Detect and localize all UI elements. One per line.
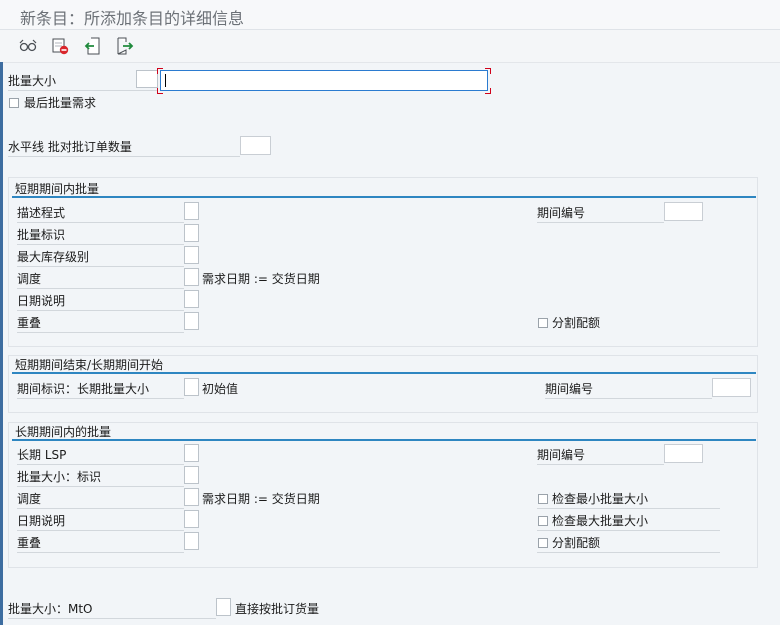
group-divider bbox=[12, 372, 756, 374]
lot-size-ind-field[interactable] bbox=[184, 466, 199, 484]
descriptor-label: 描述程式 bbox=[17, 204, 184, 223]
check-min-label: 检查最小批量大小 bbox=[552, 492, 649, 506]
transition-period-no-label: 期间编号 bbox=[545, 380, 712, 399]
group-divider bbox=[12, 196, 756, 198]
period-no-field[interactable] bbox=[664, 202, 703, 221]
lt-overlap-field[interactable] bbox=[184, 532, 199, 550]
period-no-label: 期间编号 bbox=[537, 204, 664, 223]
lot-size-procedure-field[interactable] bbox=[136, 70, 158, 88]
lt-period-no-field[interactable] bbox=[664, 444, 703, 463]
split-quota-checkbox[interactable] bbox=[538, 318, 548, 328]
lot-indicator-field[interactable] bbox=[184, 224, 199, 242]
lt-date-spec-field[interactable] bbox=[184, 510, 199, 528]
split-quota-label: 分割配额 bbox=[552, 316, 601, 330]
lsp-field[interactable] bbox=[184, 444, 199, 462]
overlap-field[interactable] bbox=[184, 312, 199, 330]
last-lot-checkbox[interactable] bbox=[9, 98, 19, 108]
lsp-label: 长期 LSP bbox=[17, 446, 184, 465]
horizon-field[interactable] bbox=[240, 136, 271, 155]
initial-value-text: 初始值 bbox=[202, 382, 239, 396]
group-divider bbox=[12, 439, 756, 441]
last-lot-label: 最后批量需求 bbox=[24, 96, 97, 110]
lt-split-quota-label: 分割配额 bbox=[552, 536, 601, 550]
period-indicator-field[interactable] bbox=[184, 378, 199, 396]
mto-label: 批量大小：MtO bbox=[8, 600, 216, 619]
lt-date-spec-label: 日期说明 bbox=[17, 512, 184, 531]
focus-corner bbox=[485, 68, 491, 74]
long-term-group-title: 长期期间内的批量 bbox=[15, 425, 112, 439]
page-title: 新条目：所添加条目的详细信息 bbox=[20, 9, 245, 28]
previous-entry-icon[interactable] bbox=[83, 36, 103, 56]
focus-corner bbox=[157, 68, 163, 74]
lt-overlap-label: 重叠 bbox=[17, 534, 184, 553]
lot-size-input[interactable] bbox=[160, 70, 488, 91]
focus-corner bbox=[485, 88, 491, 94]
descriptor-field[interactable] bbox=[184, 202, 199, 220]
transition-period-no-field[interactable] bbox=[712, 378, 751, 397]
text-cursor bbox=[165, 74, 166, 87]
glasses-icon[interactable] bbox=[18, 36, 38, 56]
lt-scheduling-value: 需求日期 := 交货日期 bbox=[202, 492, 320, 506]
overlap-label: 重叠 bbox=[17, 314, 184, 333]
max-stock-label: 最大库存级别 bbox=[17, 248, 184, 267]
check-min-checkbox[interactable] bbox=[538, 494, 548, 504]
delete-icon[interactable] bbox=[50, 36, 70, 56]
lt-split-quota-checkbox[interactable] bbox=[538, 538, 548, 548]
short-term-group-title: 短期期间内批量 bbox=[15, 182, 100, 196]
date-spec-label: 日期说明 bbox=[17, 292, 184, 311]
mto-field[interactable] bbox=[216, 598, 231, 616]
lt-scheduling-label: 调度 bbox=[17, 490, 184, 509]
lt-period-no-label: 期间编号 bbox=[537, 446, 664, 465]
lt-scheduling-field[interactable] bbox=[184, 488, 199, 506]
scheduling-field[interactable] bbox=[184, 268, 199, 286]
date-spec-field[interactable] bbox=[184, 290, 199, 308]
check-max-checkbox[interactable] bbox=[538, 516, 548, 526]
lot-indicator-label: 批量标识 bbox=[17, 226, 184, 245]
direct-order-label: 直接按批订货量 bbox=[235, 602, 320, 616]
scheduling-label: 调度 bbox=[17, 270, 184, 289]
transition-group-title: 短期期间结束/长期期间开始 bbox=[15, 358, 164, 372]
scheduling-value: 需求日期 := 交货日期 bbox=[202, 272, 320, 286]
focus-corner bbox=[157, 88, 163, 94]
period-indicator-label: 期间标识：长期批量大小 bbox=[17, 380, 184, 399]
horizon-label: 水平线 批对批订单数量 bbox=[8, 138, 240, 157]
max-stock-field[interactable] bbox=[184, 246, 199, 264]
next-entry-icon[interactable] bbox=[115, 36, 135, 56]
left-edge-strip bbox=[0, 62, 3, 625]
check-max-label: 检查最大批量大小 bbox=[552, 514, 649, 528]
lot-size-ind-label: 批量大小：标识 bbox=[17, 468, 184, 487]
